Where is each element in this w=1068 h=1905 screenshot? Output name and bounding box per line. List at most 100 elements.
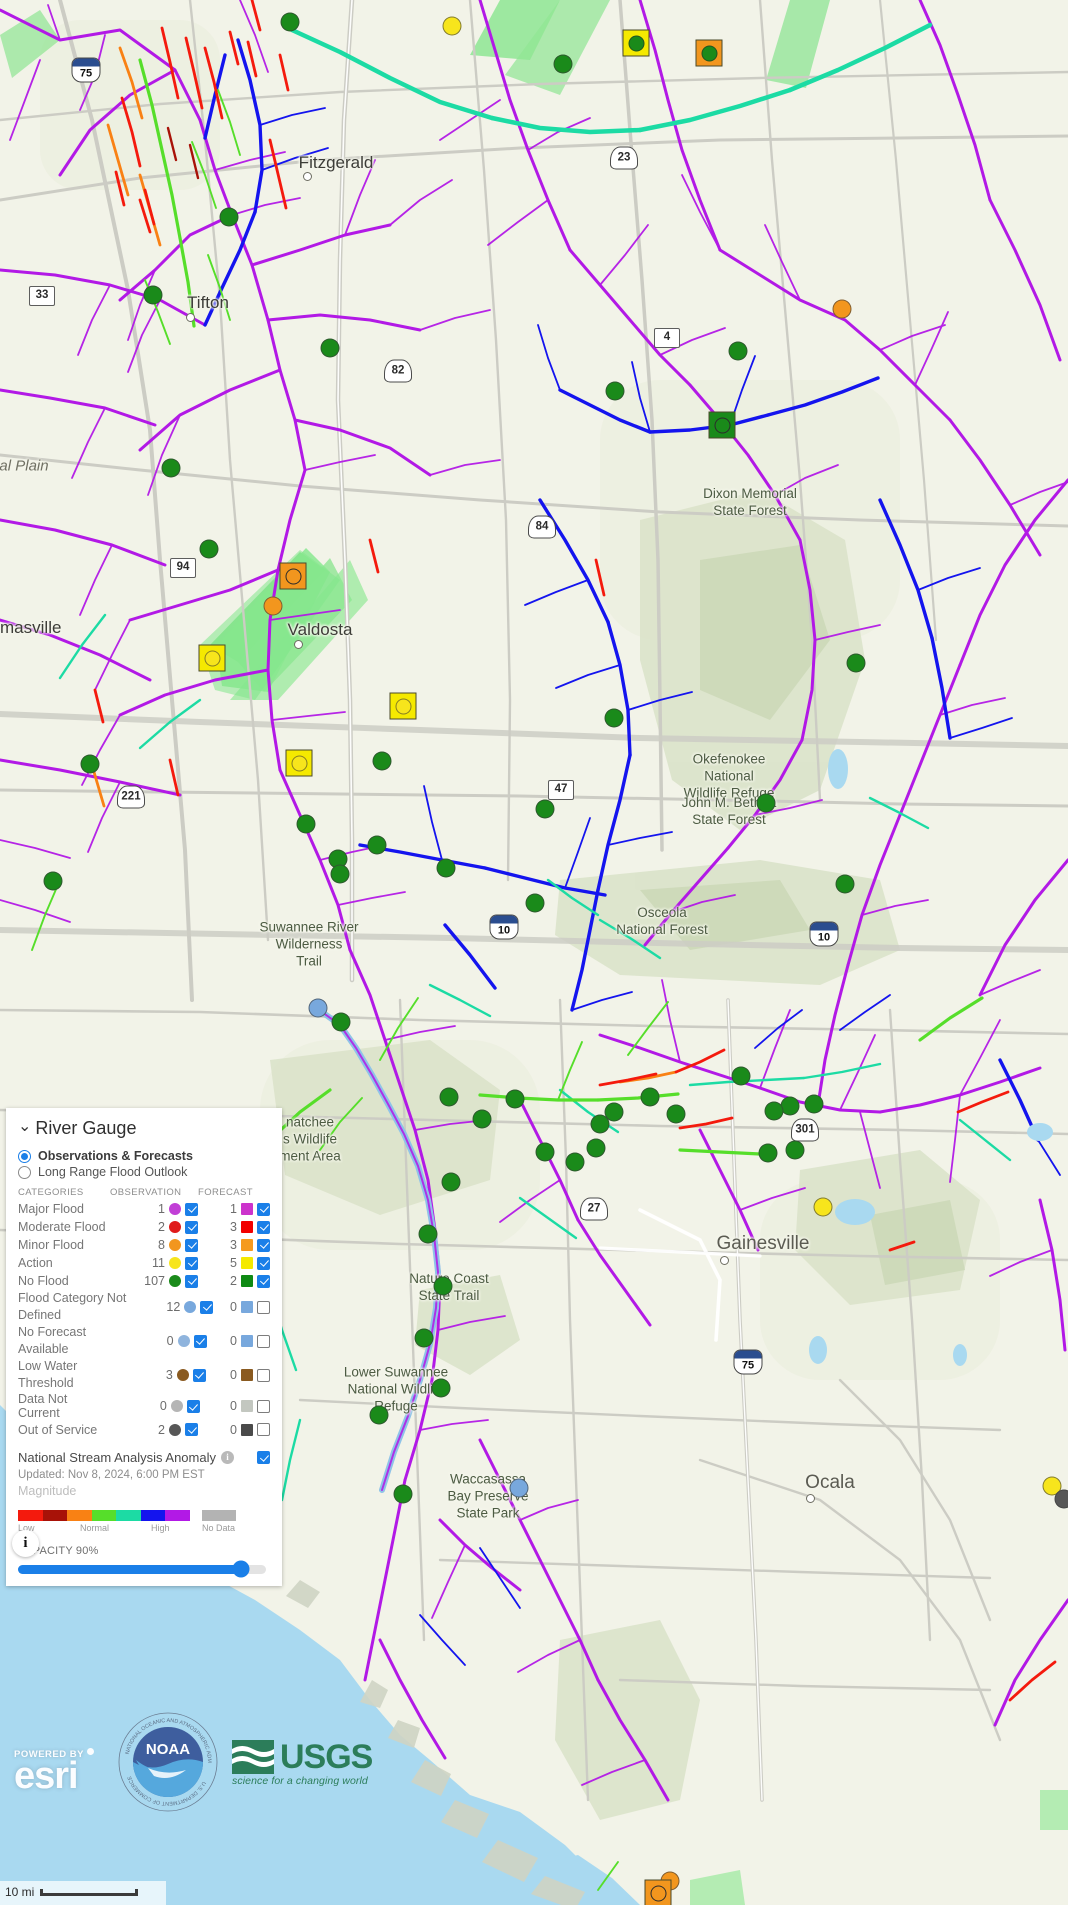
river-gauge-marker[interactable]	[758, 1143, 778, 1163]
river-gauge-marker[interactable]	[219, 207, 239, 227]
radio-button-unselected[interactable]	[18, 1165, 31, 1179]
info-icon[interactable]: i	[220, 1450, 234, 1464]
observation-gauge-dot[interactable]	[161, 458, 181, 478]
river-gauge-marker[interactable]	[509, 1478, 529, 1498]
river-gauge-marker[interactable]	[43, 871, 63, 891]
river-gauge-marker[interactable]	[525, 893, 545, 913]
observation-gauge-dot[interactable]	[442, 16, 462, 36]
observation-gauge-dot[interactable]	[605, 381, 625, 401]
forecast-gauge-box[interactable]	[279, 562, 307, 590]
legend-observation-checkbox[interactable]	[185, 1202, 198, 1216]
river-gauge-marker[interactable]	[372, 751, 392, 771]
observation-gauge-dot[interactable]	[431, 1378, 451, 1398]
observation-gauge-dot[interactable]	[804, 1094, 824, 1114]
observation-gauge-dot[interactable]	[640, 1087, 660, 1107]
river-gauge-marker[interactable]	[143, 285, 163, 305]
observation-gauge-dot[interactable]	[666, 1104, 686, 1124]
observation-gauge-dot[interactable]	[535, 799, 555, 819]
river-gauge-marker[interactable]	[505, 1089, 525, 1109]
observation-gauge-dot[interactable]	[372, 751, 392, 771]
observation-gauge-dot[interactable]	[199, 539, 219, 559]
river-gauge-marker[interactable]	[320, 338, 340, 358]
observation-gauge-dot[interactable]	[393, 1484, 413, 1504]
river-gauge-marker[interactable]	[605, 381, 625, 401]
river-gauge-marker[interactable]	[832, 299, 852, 319]
observation-gauge-dot[interactable]	[263, 596, 283, 616]
river-gauge-marker[interactable]	[535, 1142, 555, 1162]
legend-observation-checkbox[interactable]	[185, 1274, 198, 1288]
observation-gauge-dot[interactable]	[472, 1109, 492, 1129]
legend-observation-checkbox[interactable]	[185, 1220, 198, 1234]
observation-gauge-dot[interactable]	[439, 1087, 459, 1107]
observation-gauge-dot[interactable]	[731, 1066, 751, 1086]
observation-gauge-dot[interactable]	[143, 285, 163, 305]
legend-forecast-checkbox[interactable]	[257, 1202, 270, 1216]
river-gauge-marker[interactable]	[279, 562, 307, 590]
anomaly-checkbox[interactable]	[257, 1450, 270, 1464]
forecast-gauge-box[interactable]	[198, 644, 226, 672]
observation-gauge-dot[interactable]	[813, 1197, 833, 1217]
observation-gauge-dot[interactable]	[1054, 1489, 1068, 1509]
observation-gauge-dot[interactable]	[308, 998, 328, 1018]
river-gauge-marker[interactable]	[369, 1405, 389, 1425]
river-gauge-marker[interactable]	[728, 341, 748, 361]
observation-gauge-dot[interactable]	[728, 341, 748, 361]
river-gauge-legend-panel[interactable]: ⌄ River Gauge Observations & Forecasts L…	[6, 1108, 282, 1586]
legend-observation-checkbox[interactable]	[193, 1334, 207, 1348]
river-gauge-marker[interactable]	[161, 458, 181, 478]
legend-observation-checkbox[interactable]	[186, 1399, 200, 1413]
observation-gauge-dot[interactable]	[219, 207, 239, 227]
legend-header[interactable]: ⌄ River Gauge	[18, 1118, 270, 1139]
observation-gauge-dot[interactable]	[535, 1142, 555, 1162]
observation-gauge-dot[interactable]	[758, 1143, 778, 1163]
observation-gauge-dot[interactable]	[586, 1138, 606, 1158]
river-gauge-marker[interactable]	[764, 1101, 784, 1121]
river-gauge-marker[interactable]	[418, 1224, 438, 1244]
legend-forecast-checkbox[interactable]	[257, 1300, 270, 1314]
observation-gauge-dot[interactable]	[509, 1478, 529, 1498]
legend-observation-checkbox[interactable]	[185, 1238, 198, 1252]
observation-gauge-dot[interactable]	[590, 1114, 610, 1134]
river-gauge-marker[interactable]	[263, 596, 283, 616]
river-gauge-marker[interactable]	[442, 16, 462, 36]
observation-gauge-dot[interactable]	[331, 1012, 351, 1032]
observation-gauge-dot[interactable]	[369, 1405, 389, 1425]
river-gauge-marker[interactable]	[708, 411, 736, 439]
observation-gauge-dot[interactable]	[756, 793, 776, 813]
legend-forecast-checkbox[interactable]	[257, 1399, 270, 1413]
river-gauge-marker[interactable]	[586, 1138, 606, 1158]
river-gauge-marker[interactable]	[472, 1109, 492, 1129]
observation-gauge-dot[interactable]	[604, 708, 624, 728]
observation-gauge-dot[interactable]	[414, 1328, 434, 1348]
river-gauge-marker[interactable]	[535, 799, 555, 819]
chevron-down-icon[interactable]: ⌄	[18, 1118, 31, 1135]
legend-forecast-checkbox[interactable]	[257, 1423, 270, 1437]
river-gauge-marker[interactable]	[80, 754, 100, 774]
anomaly-toggle-row[interactable]: National Stream Analysis Anomaly i	[18, 1450, 270, 1465]
legend-observation-checkbox[interactable]	[185, 1256, 198, 1270]
river-gauge-marker[interactable]	[414, 1328, 434, 1348]
radio-button-selected[interactable]	[18, 1149, 31, 1163]
forecast-gauge-box[interactable]	[695, 39, 723, 67]
radio-observations-forecasts[interactable]: Observations & Forecasts	[18, 1149, 270, 1163]
river-gauge-marker[interactable]	[199, 539, 219, 559]
observation-gauge-dot[interactable]	[330, 864, 350, 884]
legend-forecast-checkbox[interactable]	[257, 1334, 270, 1348]
observation-gauge-dot[interactable]	[505, 1089, 525, 1109]
observation-gauge-dot[interactable]	[835, 874, 855, 894]
info-button[interactable]: i	[12, 1530, 39, 1557]
river-gauge-marker[interactable]	[622, 29, 650, 57]
forecast-gauge-box[interactable]	[389, 692, 417, 720]
river-gauge-marker[interactable]	[813, 1197, 833, 1217]
river-gauge-marker[interactable]	[785, 1140, 805, 1160]
river-gauge-marker[interactable]	[604, 708, 624, 728]
observation-gauge-dot[interactable]	[320, 338, 340, 358]
river-gauge-marker[interactable]	[431, 1378, 451, 1398]
river-gauge-marker[interactable]	[756, 793, 776, 813]
opacity-slider-knob[interactable]	[232, 1560, 250, 1578]
opacity-slider[interactable]	[18, 1560, 266, 1578]
observation-gauge-dot[interactable]	[418, 1224, 438, 1244]
observation-gauge-dot[interactable]	[296, 814, 316, 834]
forecast-gauge-box[interactable]	[644, 1879, 672, 1905]
river-gauge-marker[interactable]	[330, 864, 350, 884]
